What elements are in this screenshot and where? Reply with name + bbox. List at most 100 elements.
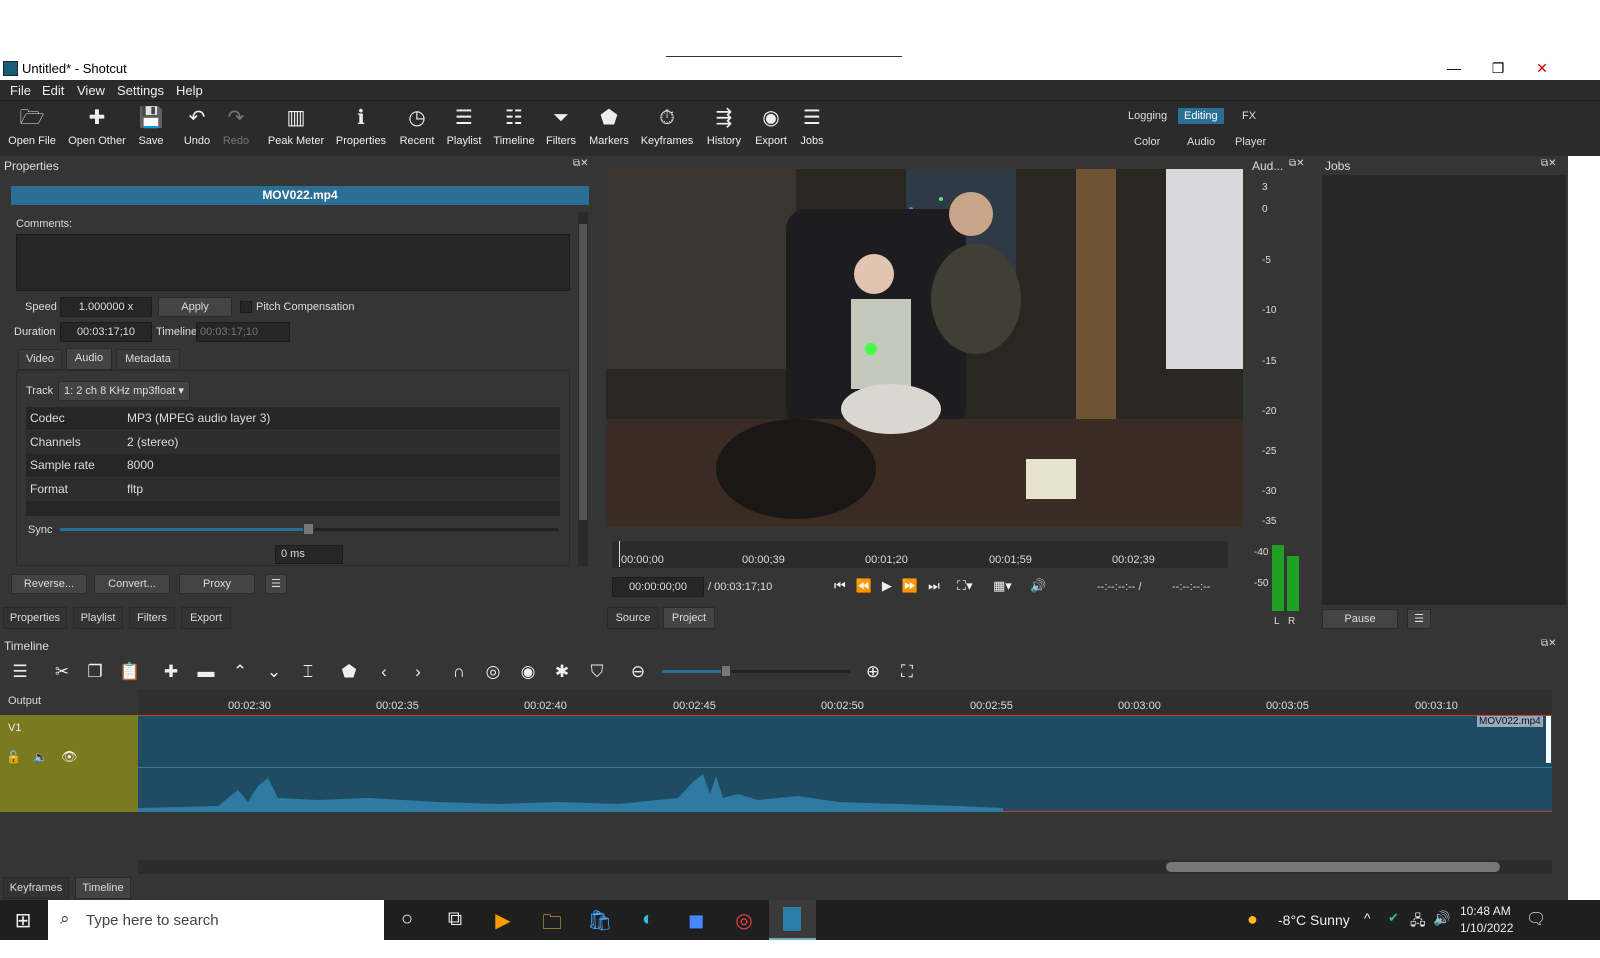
close-button[interactable]: ✕ [1520,56,1564,80]
sync-value-field[interactable]: 0 ms [275,545,343,564]
menu-settings[interactable]: Settings [117,83,164,98]
restore-button[interactable]: ❐ [1476,56,1520,80]
speed-field[interactable]: 1.000000 x [60,297,152,317]
split-icon[interactable]: ⌶ [297,662,319,682]
properties-menu-icon[interactable]: ☰ [265,574,287,594]
clock-date[interactable]: 1/10/2022 [1460,921,1513,935]
video-preview[interactable] [606,169,1243,527]
tab-audio[interactable]: Audio [66,348,112,370]
layout-fx[interactable]: FX [1236,108,1262,124]
grid-icon[interactable]: ▦▾ [993,578,1012,594]
layout-color[interactable]: Color [1128,134,1166,150]
lock-icon[interactable]: 🔓 [6,750,21,764]
timeline-scroll-thumb[interactable] [1166,862,1500,872]
reverse-button[interactable]: Reverse... [11,574,87,594]
markers-button[interactable]: ⬟ Markers [588,105,630,153]
tab-metadata[interactable]: Metadata [116,349,180,370]
zoom-in-icon[interactable]: ⊕ [862,662,884,682]
security-icon[interactable]: ✔ [1388,910,1399,926]
minimize-button[interactable]: — [1432,56,1476,80]
redo-button[interactable]: ↷ Redo [220,105,252,153]
notification-icon[interactable]: 🗨 [1526,909,1546,929]
overwrite-icon[interactable]: ⌄ [263,662,285,682]
jobs-button[interactable]: ☰ Jobs [798,105,826,153]
open-other-button[interactable]: ✚ Open Other [66,105,128,153]
export-button[interactable]: ◉ Export [752,105,790,153]
duration-field[interactable]: 00:03:17;10 [60,322,152,342]
tab-video[interactable]: Video [18,349,62,370]
marker-add-icon[interactable]: ⬟ [338,662,360,682]
recent-button[interactable]: ◷ Recent [398,105,436,153]
jobs-menu-icon[interactable]: ☰ [1407,609,1431,629]
menu-help[interactable]: Help [176,83,203,98]
player-tab-project[interactable]: Project [663,607,715,629]
jobs-list[interactable] [1322,175,1566,605]
cut-icon[interactable]: ✂ [51,662,73,682]
save-button[interactable]: 💾 Save [136,105,166,153]
mute-icon[interactable]: 🔈 [33,750,48,764]
player-playhead[interactable] [619,541,620,567]
properties-float-icon[interactable]: ⧉✕ [573,158,589,169]
volume-icon[interactable]: 🔊 [1030,578,1046,594]
timeline-button[interactable]: ☷ Timeline [492,105,536,153]
ripple-markers-icon[interactable]: ⛉ [586,662,608,682]
bottom-tab-timeline[interactable]: Timeline [75,877,131,899]
apply-button[interactable]: Apply [158,297,232,317]
layout-logging[interactable]: Logging [1122,108,1173,124]
bottom-tab-playlist[interactable]: Playlist [73,607,123,629]
zoom-out-icon[interactable]: ⊖ [627,662,649,682]
menu-view[interactable]: View [77,83,105,98]
properties-scroll-thumb[interactable] [579,224,587,520]
shotcut-task-button[interactable] [769,900,816,940]
network-icon[interactable]: 🖧 [1410,910,1426,934]
transport-controls[interactable]: ⏮⏪▶⏩⏭ [834,578,950,594]
playlist-button[interactable]: ☰ Playlist [444,105,484,153]
previous-marker-icon[interactable]: ‹ [373,662,395,682]
bottom-tab-filters[interactable]: Filters [129,607,175,629]
layout-editing[interactable]: Editing [1178,108,1224,124]
filters-button[interactable]: ⏷ Filters [544,105,578,153]
undo-button[interactable]: ↶ Undo [182,105,212,153]
layout-audio[interactable]: Audio [1181,134,1221,150]
chrome-icon[interactable]: ◎ [729,908,759,933]
edge-icon[interactable]: ◐ [633,908,663,931]
paste-icon[interactable]: 📋 [119,662,141,682]
pitch-checkbox[interactable] [240,301,252,313]
track-select[interactable]: 1: 2 ch 8 KHz mp3float ▾ [58,381,190,401]
comments-textarea[interactable] [16,234,570,291]
bottom-tab-export[interactable]: Export [181,607,231,629]
sync-slider-handle[interactable] [303,523,314,535]
speaker-icon[interactable]: 🔊 [1433,910,1450,927]
file-explorer-icon[interactable]: 🗀 [537,908,567,942]
pause-button[interactable]: Pause [1322,609,1398,629]
zoom-app-icon[interactable]: ◼ [681,908,711,933]
snap-icon[interactable]: ∩ [448,662,470,682]
weather-text[interactable]: -8°C Sunny [1278,912,1350,928]
proxy-button[interactable]: Proxy [179,574,255,594]
media-app-icon[interactable]: ▶ [488,908,518,933]
eye-icon[interactable]: 👁 [61,749,78,765]
audio-meter-float-icon[interactable]: ⧉✕ [1289,158,1305,169]
scrub-icon[interactable]: ◎ [482,662,504,682]
cortana-icon[interactable]: ○ [392,908,422,931]
timeline-float-icon[interactable]: ⧉✕ [1541,638,1557,649]
task-view-icon[interactable]: ⧉ [440,908,470,931]
timeline-menu-icon[interactable]: ☰ [9,662,31,682]
menu-edit[interactable]: Edit [42,83,64,98]
append-icon[interactable]: ✚ [160,662,182,682]
bottom-tab-properties[interactable]: Properties [3,607,67,629]
copy-icon[interactable]: ❐ [84,662,106,682]
next-marker-icon[interactable]: › [407,662,429,682]
zoom-icon[interactable]: ⛶▾ [957,578,973,594]
zoom-fit-icon[interactable]: ⛶ [896,662,918,682]
ripple-all-icon[interactable]: ✱ [551,662,573,682]
history-button[interactable]: ⇶ History [704,105,744,153]
convert-button[interactable]: Convert... [94,574,170,594]
keyframes-button[interactable]: ⏱ Keyframes [640,105,694,153]
properties-button[interactable]: ℹ Properties [334,105,388,153]
remove-icon[interactable]: ▬ [195,662,217,682]
clock-time[interactable]: 10:48 AM [1460,904,1511,918]
bottom-tab-keyframes[interactable]: Keyframes [3,877,69,899]
player-position-field[interactable]: 00:00:00;00 [612,577,704,597]
store-icon[interactable]: 🛍 [585,908,615,933]
